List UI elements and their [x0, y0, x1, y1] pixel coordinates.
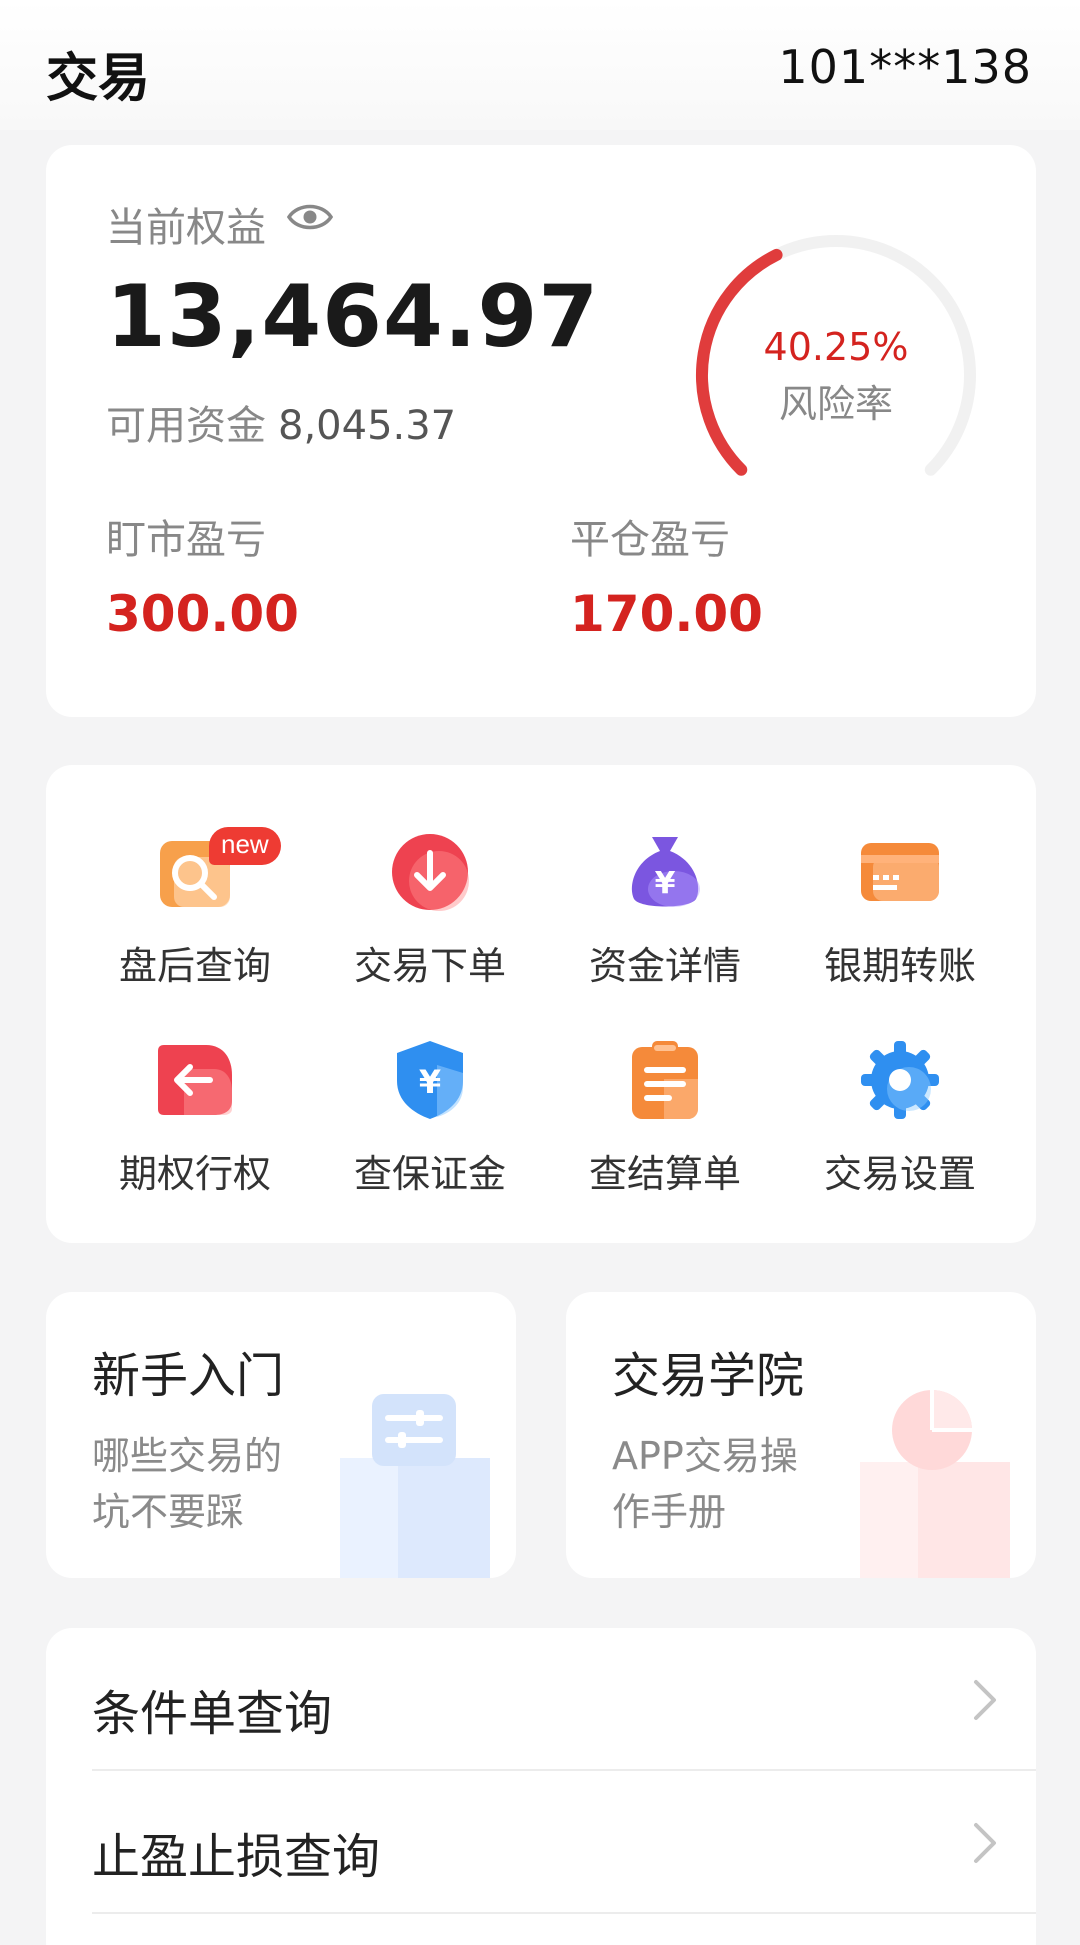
query-label: 止盈止损查询	[92, 1829, 381, 1885]
query-label: 条件单查询	[92, 1686, 333, 1742]
close-pnl-value: 170.00	[570, 585, 763, 643]
gear-icon	[861, 1041, 939, 1119]
promo-trading-academy[interactable]: 交易学院 APP交易操作手册	[566, 1292, 1036, 1578]
equity-card: 当前权益 13,464.97 可用资金 8,045.37 40.25% 风险率 盯…	[46, 145, 1036, 717]
risk-label: 风险率	[778, 382, 893, 426]
menu-item-label: 查保证金	[353, 1152, 506, 1196]
promo-beginner-guide[interactable]: 新手入门 哪些交易的坑不要踩	[46, 1292, 516, 1578]
menu-item-place-order[interactable]: 交易下单	[330, 831, 530, 1001]
menu-item-label: 资金详情	[588, 944, 741, 988]
mark-pnl-label: 盯市盈亏	[106, 517, 266, 563]
header: 交易 101***138	[0, 0, 1080, 130]
promo-desc: APP交易操作手册	[612, 1434, 798, 1534]
mark-pnl-value: 300.00	[106, 585, 299, 643]
svg-text:¥: ¥	[419, 1063, 441, 1101]
chevron-right-icon	[974, 1680, 996, 1720]
available-label: 可用资金	[106, 403, 266, 449]
account-id[interactable]: 101***138	[778, 40, 1032, 94]
menu-item-fund-details[interactable]: ¥ 资金详情	[565, 831, 765, 1001]
menu-item-bank-transfer[interactable]: 银期转账	[800, 831, 1000, 1001]
back-arrow-icon	[158, 1045, 232, 1115]
pie-clock-illustration-icon	[860, 1390, 1010, 1578]
menu-item-label: 查结算单	[588, 1152, 741, 1196]
promo-title: 交易学院	[612, 1348, 805, 1404]
conditional-order-query-row[interactable]: 条件单查询	[92, 1628, 1036, 1771]
available-value: 8,045.37	[278, 403, 457, 449]
function-menu: new 盘后查询 交易下单 ¥ 资金详情 银期转账 期权行权 ¥ 查保证金 查结…	[46, 765, 1036, 1243]
menu-item-label: 期权行权	[118, 1152, 271, 1196]
eye-icon[interactable]	[286, 197, 334, 237]
equity-value: 13,464.97	[106, 267, 600, 367]
down-arrow-icon	[392, 834, 469, 911]
menu-item-label: 银期转账	[823, 944, 976, 988]
money-bag-icon: ¥	[631, 837, 700, 907]
menu-item-label: 盘后查询	[118, 944, 271, 988]
close-pnl-label: 平仓盈亏	[570, 517, 730, 563]
menu-item-option-exercise[interactable]: 期权行权	[95, 1039, 295, 1209]
promo-desc: 哪些交易的坑不要踩	[92, 1434, 283, 1534]
page-title: 交易	[46, 49, 151, 109]
available-funds: 可用资金 8,045.37	[106, 393, 456, 451]
equity-label: 当前权益	[106, 205, 266, 251]
shield-yen-icon: ¥	[397, 1041, 463, 1119]
menu-item-after-hours-query[interactable]: new 盘后查询	[95, 827, 295, 1001]
menu-item-settlement-query[interactable]: 查结算单	[565, 1039, 765, 1209]
chevron-right-icon	[974, 1823, 996, 1863]
risk-percent: 40.25%	[763, 325, 909, 369]
clipboard-icon	[632, 1041, 698, 1119]
query-list: 条件单查询 止盈止损查询	[46, 1628, 1036, 1945]
sliders-illustration-icon	[340, 1394, 490, 1578]
menu-item-trade-settings[interactable]: 交易设置	[800, 1039, 1000, 1209]
promo-title: 新手入门	[92, 1348, 285, 1404]
new-badge: new	[209, 827, 281, 865]
menu-item-label: 交易下单	[353, 944, 506, 988]
menu-item-margin-query[interactable]: ¥ 查保证金	[330, 1039, 530, 1209]
bank-card-icon	[861, 843, 939, 901]
menu-item-label: 交易设置	[823, 1152, 976, 1196]
svg-text:¥: ¥	[655, 866, 676, 901]
stop-profit-loss-query-row[interactable]: 止盈止损查询	[92, 1771, 1036, 1914]
